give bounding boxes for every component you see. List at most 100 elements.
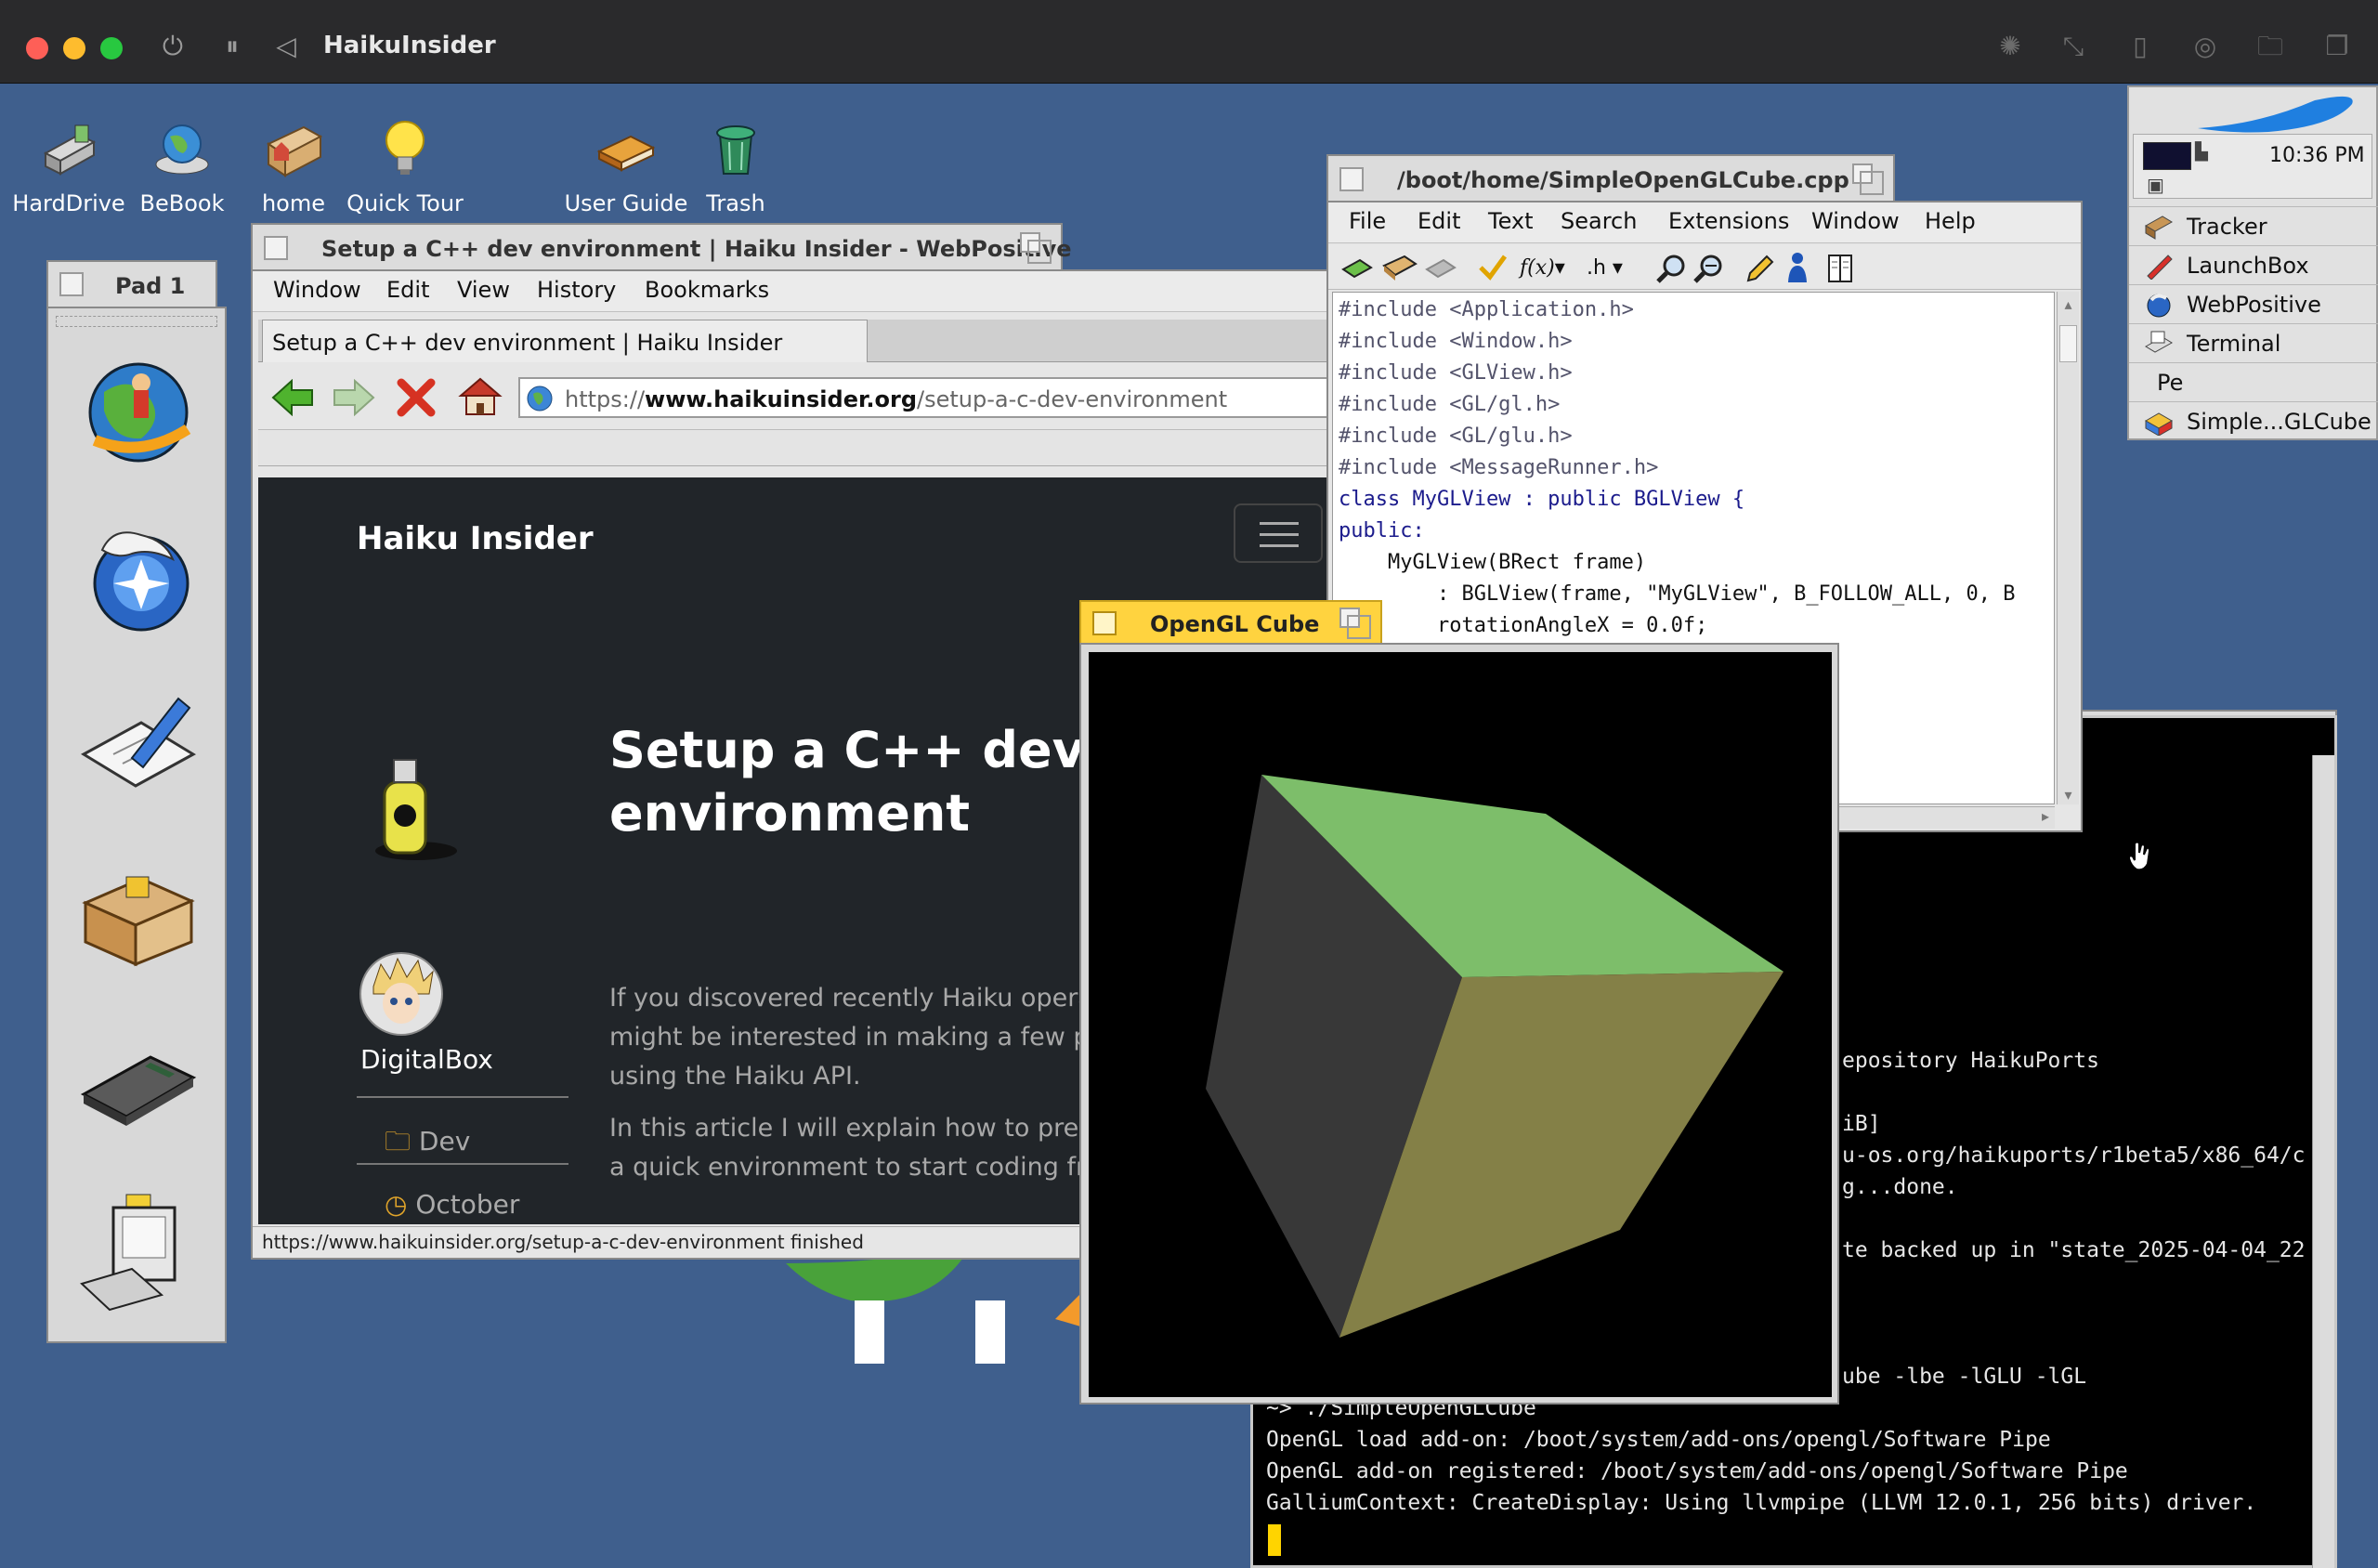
minimize-window-button[interactable] [63, 37, 85, 59]
brightness-icon[interactable]: ✺ [1993, 30, 2027, 63]
browser-tab-active[interactable]: Setup a C++ dev environment | Haiku Insi… [262, 320, 868, 362]
media-icon[interactable]: ▣ [2147, 174, 2169, 196]
menu-search[interactable]: Search [1561, 208, 1637, 234]
installer-box-icon[interactable] [76, 856, 201, 972]
deskbar-item-tracker[interactable]: Tracker [2129, 206, 2378, 245]
close-window-button[interactable] [26, 37, 48, 59]
site-name[interactable]: Haiku Insider [357, 520, 594, 557]
desktop-icon-trash[interactable]: Trash [671, 116, 801, 216]
menu-history[interactable]: History [537, 277, 616, 303]
pad-grip[interactable] [56, 316, 217, 327]
code-line: : BGLView(frame, "MyGLView", B_FOLLOW_AL… [1339, 582, 2016, 606]
desktop-icon-bebook[interactable]: BeBook [117, 116, 247, 216]
calculator-icon[interactable] [76, 1024, 201, 1139]
folder-icon: 🗀 [385, 1126, 412, 1156]
computer-icon[interactable] [76, 1191, 201, 1315]
deskbar-item-terminal[interactable]: Terminal [2129, 323, 2378, 362]
launchbox-icon [2147, 255, 2173, 280]
checkmark-icon[interactable] [1477, 253, 1509, 282]
power-icon[interactable]: ⏻ [156, 30, 189, 63]
close-box[interactable] [59, 272, 84, 296]
find-all-icon[interactable] [1692, 253, 1726, 284]
back-arrow-icon[interactable] [271, 379, 314, 416]
usb-icon[interactable]: ▯ [2123, 30, 2157, 63]
zoom-box[interactable] [1852, 163, 1884, 195]
haiku-leaf-icon[interactable] [2194, 91, 2361, 134]
cube-window [1079, 643, 1839, 1405]
close-box[interactable] [1339, 167, 1364, 191]
styledit-icon[interactable] [76, 689, 201, 804]
terminal-scrollbar[interactable] [2312, 755, 2334, 1568]
person-icon[interactable] [1785, 251, 1810, 284]
url-text: https://www.haikuinsider.org/setup-a-c-d… [565, 386, 1228, 412]
split-view-icon[interactable] [1826, 253, 1854, 284]
pad-tab[interactable]: Pad 1 [46, 260, 217, 308]
save-file-icon[interactable] [1425, 256, 1457, 281]
menu-bookmarks[interactable]: Bookmarks [645, 277, 769, 303]
menu-view[interactable]: View [457, 277, 510, 303]
host-titlebar: ⏻ ⏸ ◁ HaikuInsider ✺ ⤡ ▯ ◎ 🗀 ❐ [0, 0, 2378, 84]
terminal-line: u-os.org/haikuports/r1beta5/x86_64/c [1842, 1143, 2306, 1168]
clock-icon: ◷ [385, 1189, 408, 1220]
surfer-globe-icon[interactable] [76, 355, 201, 470]
globe-book-icon [155, 124, 209, 175]
cpu-monitor[interactable] [2143, 142, 2191, 170]
desktop-icon-home[interactable]: home [229, 116, 359, 216]
url-bar[interactable]: https://www.haikuinsider.org/setup-a-c-d… [518, 377, 1345, 418]
editor-menubar: File Edit Text Search Extensions Window … [1328, 203, 2081, 243]
editor-tab[interactable]: /boot/home/SimpleOpenGLCube.cpp [1326, 154, 1895, 203]
pencil-icon[interactable] [1744, 253, 1776, 284]
vertical-scrollbar[interactable]: ▴ ▾ [2057, 292, 2079, 804]
webpositive-icon[interactable] [76, 522, 201, 637]
webpositive-icon [2147, 294, 2171, 318]
zoom-box[interactable] [1339, 608, 1371, 639]
author-name[interactable]: DigitalBox [360, 1044, 493, 1075]
back-icon[interactable]: ◁ [269, 30, 303, 63]
menu-text[interactable]: Text [1488, 208, 1534, 234]
find-icon[interactable] [1655, 253, 1689, 284]
terminal-cursor [1268, 1524, 1281, 1556]
network-icon[interactable]: ▙ [2195, 142, 2221, 170]
folder-icon[interactable]: 🗀 [2254, 30, 2287, 63]
opengl-cube-canvas[interactable] [1089, 652, 1832, 1397]
terminal-line: OpenGL add-on registered: /boot/system/a… [1266, 1459, 2128, 1483]
desktop-icon-quicktour[interactable]: Quick Tour [340, 116, 470, 216]
zoom-box[interactable] [1020, 232, 1052, 264]
zoom-window-button[interactable] [100, 37, 123, 59]
menu-file[interactable]: File [1349, 208, 1386, 234]
close-box[interactable] [264, 236, 288, 260]
browser-tab[interactable]: Setup a C++ dev environment | Haiku Insi… [251, 223, 1072, 271]
pause-icon[interactable]: ⏸ [216, 30, 249, 63]
menu-edit[interactable]: Edit [386, 277, 429, 303]
menu-window[interactable]: Window [273, 277, 361, 303]
deskbar-item-simpleglcube[interactable]: Simple...GLCube [2129, 401, 2378, 440]
tracker-icon [2145, 216, 2173, 240]
menu-edit[interactable]: Edit [1418, 208, 1460, 234]
category-link[interactable]: 🗀 Dev [385, 1122, 470, 1167]
cube-tab[interactable]: OpenGL Cube [1079, 600, 1382, 645]
toolbar-separator [258, 429, 1345, 466]
camera-icon[interactable]: ◎ [2189, 30, 2222, 63]
windows-icon[interactable]: ❐ [2320, 30, 2354, 63]
header-menu[interactable]: .h ▾ [1587, 256, 1623, 280]
close-box[interactable] [1092, 611, 1117, 635]
desktop-icon-harddrive[interactable]: HardDrive [4, 116, 134, 216]
deskbar-item-pe[interactable]: Pe [2129, 362, 2378, 401]
menu-window[interactable]: Window [1811, 208, 1900, 234]
hamburger-menu-button[interactable] [1234, 503, 1323, 563]
forward-arrow-icon[interactable] [333, 379, 375, 416]
deskbar-item-webpositive[interactable]: WebPositive [2129, 284, 2378, 323]
open-file-icon[interactable] [1382, 253, 1419, 282]
resize-icon[interactable]: ⤡ [2057, 30, 2090, 63]
function-menu[interactable]: f(x)▾ [1520, 256, 1565, 280]
stop-icon[interactable] [396, 377, 437, 418]
clock[interactable]: 10:36 PM [2269, 144, 2365, 167]
tab-strip: Setup a C++ dev environment | Haiku Insi… [258, 320, 1345, 362]
trash-icon [716, 125, 755, 175]
new-file-icon[interactable] [1341, 255, 1373, 282]
deskbar-item-launchbox[interactable]: LaunchBox [2129, 245, 2378, 284]
home-icon[interactable] [457, 375, 503, 418]
menu-help[interactable]: Help [1925, 208, 1976, 234]
divider [357, 1163, 568, 1165]
menu-extensions[interactable]: Extensions [1668, 208, 1789, 234]
